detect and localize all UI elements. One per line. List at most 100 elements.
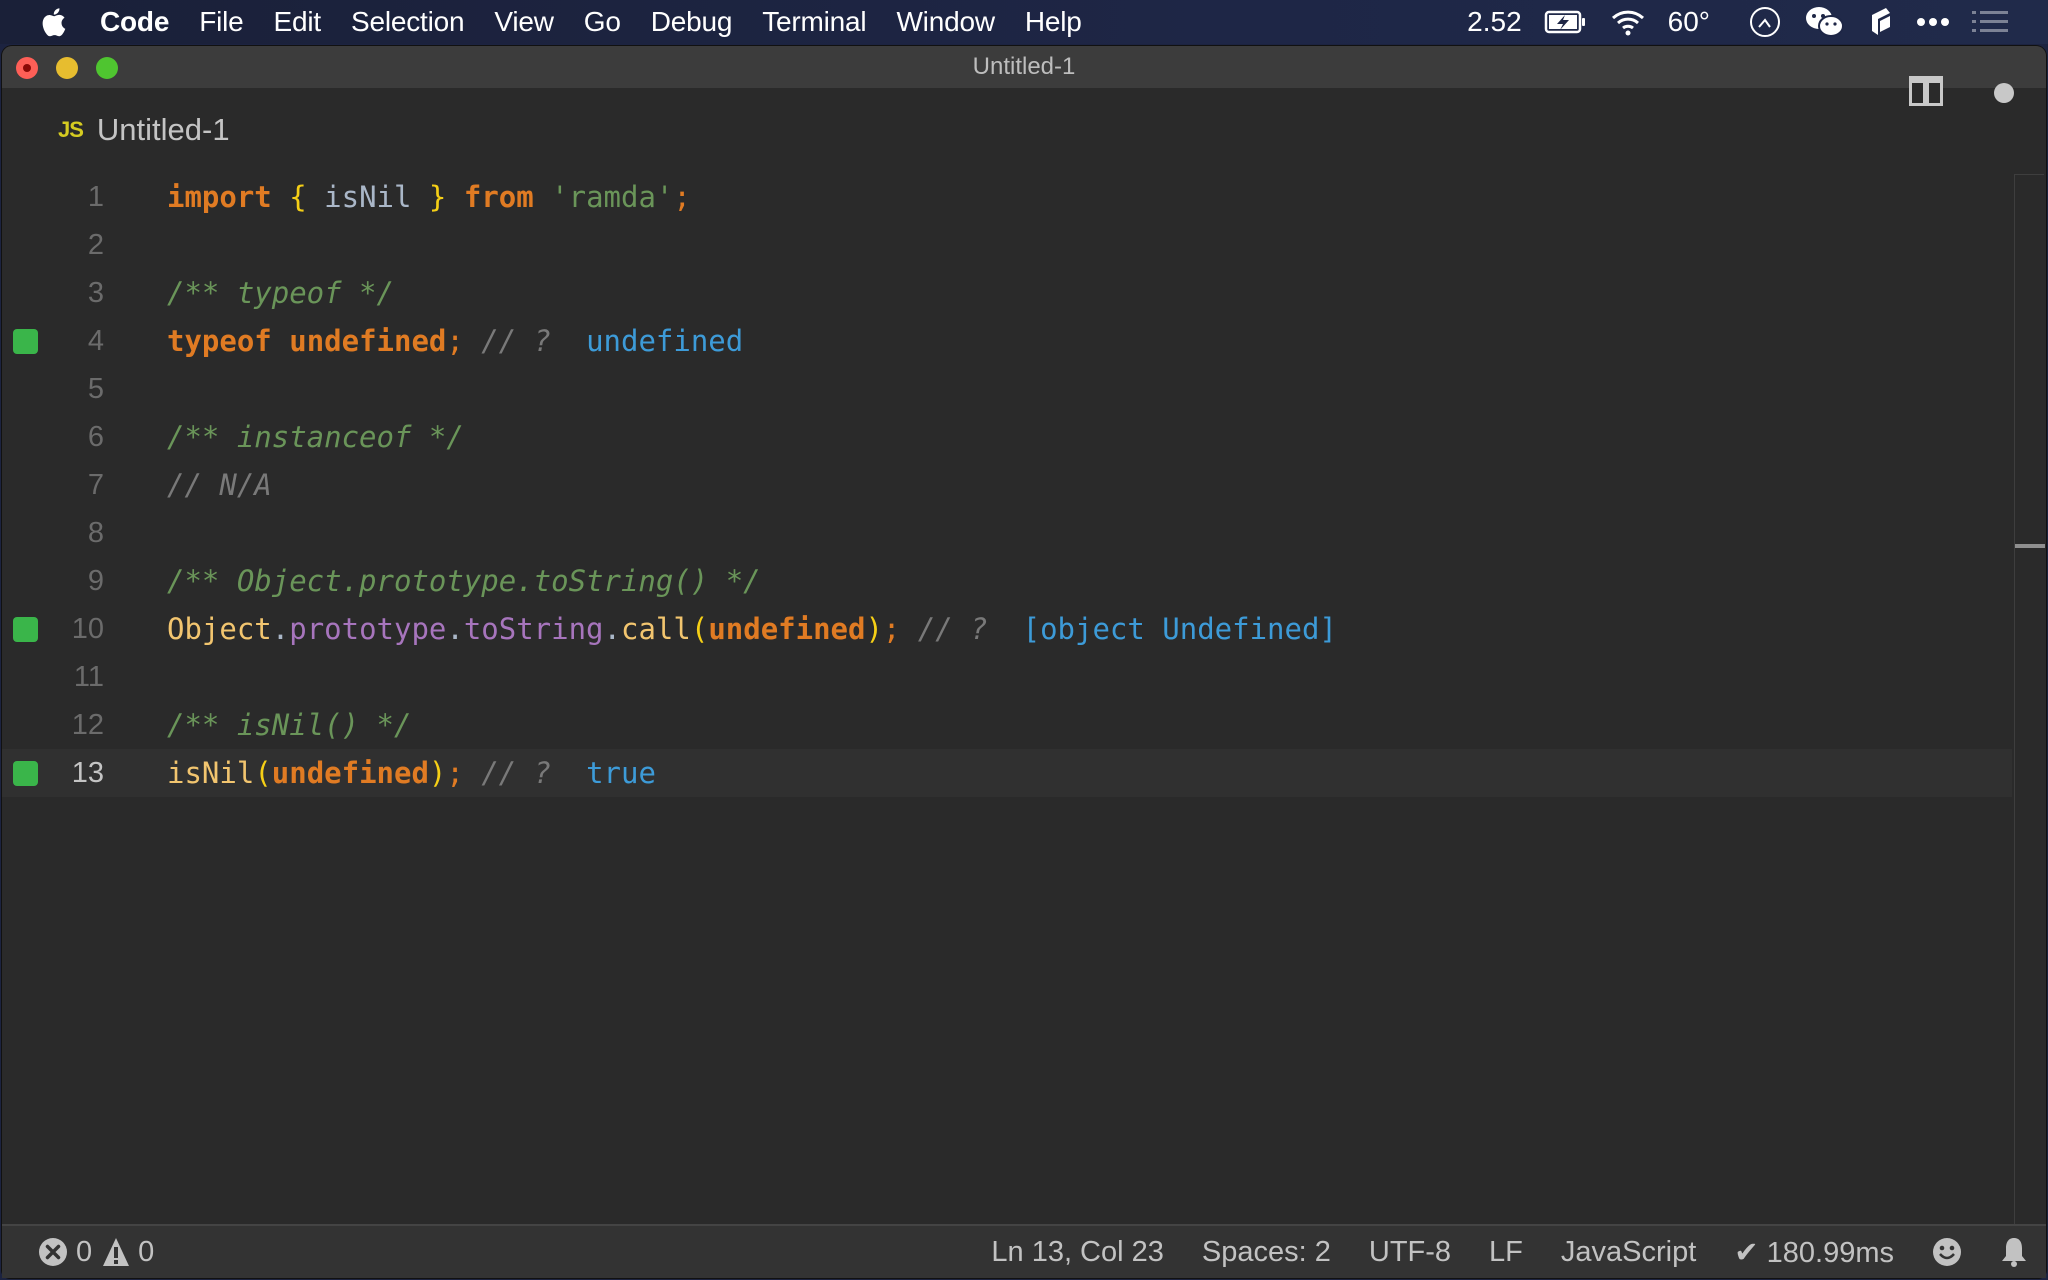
wifi-icon[interactable]	[1610, 8, 1646, 36]
menu-view[interactable]: View	[494, 6, 554, 38]
apple-icon[interactable]	[40, 7, 70, 37]
menu-help[interactable]: Help	[1025, 6, 1082, 38]
line-number: 9	[87, 565, 104, 597]
code-token: /** instanceof */	[167, 420, 464, 454]
menu-terminal[interactable]: Terminal	[762, 6, 866, 38]
javascript-file-icon: JS	[58, 117, 84, 142]
menu-file[interactable]: File	[199, 6, 244, 38]
code-token: isNil	[306, 180, 429, 214]
line-number: 4	[87, 325, 104, 357]
window-title: Untitled-1	[972, 53, 1076, 80]
code-token: )	[428, 756, 447, 790]
line-code: Object.prototype.toString.call(undefined…	[167, 605, 1337, 653]
line-number: 2	[87, 229, 104, 261]
code-token: ;	[446, 324, 464, 358]
close-window-button[interactable]	[16, 57, 38, 79]
line-code: /** isNil() */	[167, 701, 411, 749]
notifications-bell-icon[interactable]	[2000, 1236, 2028, 1268]
menu-app-name[interactable]: Code	[100, 6, 169, 38]
app-icon[interactable]	[1868, 5, 1894, 39]
code-token: }	[428, 180, 447, 214]
line-number: 5	[87, 373, 104, 405]
code-token: // ?	[463, 756, 569, 790]
code-token: // ?	[463, 324, 569, 358]
code-token: .	[271, 612, 290, 646]
code-line[interactable]: 6 /** instanceof */	[2, 413, 2012, 461]
code-line[interactable]: 3 /** typeof */	[2, 269, 2012, 317]
code-editor[interactable]: 1 import { isNil } from 'ramda'; 2 3 /** typ…	[2, 172, 2046, 1224]
code-line[interactable]: 5	[2, 365, 2012, 413]
code-line[interactable]: 9 /** Object.prototype.toString() */	[2, 557, 2012, 605]
code-token: isNil	[167, 756, 255, 790]
problems-indicator[interactable]: 0 0	[38, 1226, 162, 1278]
line-number: 12	[71, 709, 104, 741]
wechat-icon[interactable]	[1804, 5, 1846, 39]
code-line[interactable]: 1 import { isNil } from 'ramda';	[2, 173, 2012, 221]
code-line[interactable]: 13 isNil(undefined); // ? true	[2, 749, 2012, 797]
inline-result: [object Undefined]	[1005, 612, 1337, 646]
cursor-position[interactable]: Ln 13, Col 23	[991, 1236, 1164, 1269]
line-code: import { isNil } from 'ramda';	[167, 173, 691, 221]
code-token: Object	[167, 612, 272, 646]
split-editor-icon[interactable]	[1909, 76, 1943, 106]
unsaved-changes-dot-icon[interactable]	[1994, 83, 2014, 103]
language-mode[interactable]: JavaScript	[1561, 1236, 1696, 1269]
inline-result: undefined	[568, 324, 744, 358]
macos-menu-bar: Code File Edit Selection View Go Debug T…	[0, 0, 2048, 44]
code-token: toString	[463, 612, 604, 646]
notification-list-icon[interactable]	[1972, 10, 2008, 34]
feedback-smiley-icon[interactable]	[1932, 1237, 1962, 1267]
code-token: // N/A	[167, 468, 272, 502]
code-line[interactable]: 7 // N/A	[2, 461, 2012, 509]
code-token: 'ramda'	[551, 180, 674, 214]
code-token: ;	[446, 756, 464, 790]
more-icon[interactable]	[1916, 17, 1950, 27]
maximize-window-button[interactable]	[96, 57, 118, 79]
code-line[interactable]: 4 typeof undefined; // ? undefined	[2, 317, 2012, 365]
code-token: // ?	[900, 612, 1006, 646]
menu-selection[interactable]: Selection	[351, 6, 465, 38]
warning-count: 0	[138, 1235, 155, 1268]
code-token: /** Object.prototype.toString() */	[167, 564, 761, 598]
line-ending[interactable]: LF	[1489, 1236, 1523, 1269]
title-bar: Untitled-1	[2, 46, 2046, 88]
code-token: undefined	[708, 612, 866, 646]
code-token: undefined	[289, 324, 447, 358]
tab-untitled-1[interactable]: JS Untitled-1	[58, 88, 230, 172]
battery-charging-icon[interactable]	[1544, 9, 1588, 35]
line-code: /** Object.prototype.toString() */	[167, 557, 761, 605]
code-token: call	[621, 612, 691, 646]
menu-debug[interactable]: Debug	[651, 6, 733, 38]
scrollbar-slider[interactable]	[2015, 544, 2045, 548]
code-line[interactable]: 10 Object.prototype.toString.call(undefin…	[2, 605, 2012, 653]
clock-icon[interactable]	[1748, 5, 1782, 39]
code-token: undefined	[271, 756, 429, 790]
line-number: 1	[87, 181, 104, 213]
window-controls	[16, 57, 136, 79]
quokka-timing[interactable]: ✔ 180.99ms	[1734, 1235, 1894, 1270]
line-number: 6	[87, 421, 104, 453]
indentation[interactable]: Spaces: 2	[1202, 1236, 1331, 1269]
code-line[interactable]: 2	[2, 221, 2012, 269]
minimize-window-button[interactable]	[56, 57, 78, 79]
coverage-marker-icon	[13, 329, 38, 354]
code-token: import	[167, 180, 272, 214]
editor-tab-bar: JS Untitled-1	[2, 88, 2046, 172]
code-line[interactable]: 12 /** isNil() */	[2, 701, 2012, 749]
menu-window[interactable]: Window	[896, 6, 995, 38]
code-token: ;	[673, 180, 691, 214]
code-token: ;	[882, 612, 901, 646]
line-code: /** typeof */	[167, 269, 394, 317]
load-average[interactable]: 2.52	[1467, 6, 1522, 38]
code-token: .	[446, 612, 464, 646]
encoding[interactable]: UTF-8	[1369, 1236, 1451, 1269]
line-number: 10	[71, 613, 104, 645]
coverage-marker-icon	[13, 761, 38, 786]
menu-edit[interactable]: Edit	[274, 6, 322, 38]
code-line[interactable]: 8	[2, 509, 2012, 557]
code-line[interactable]: 11	[2, 653, 2012, 701]
temperature[interactable]: 60°	[1668, 6, 1710, 38]
overview-ruler[interactable]	[2014, 174, 2015, 1226]
menu-go[interactable]: Go	[584, 6, 621, 38]
